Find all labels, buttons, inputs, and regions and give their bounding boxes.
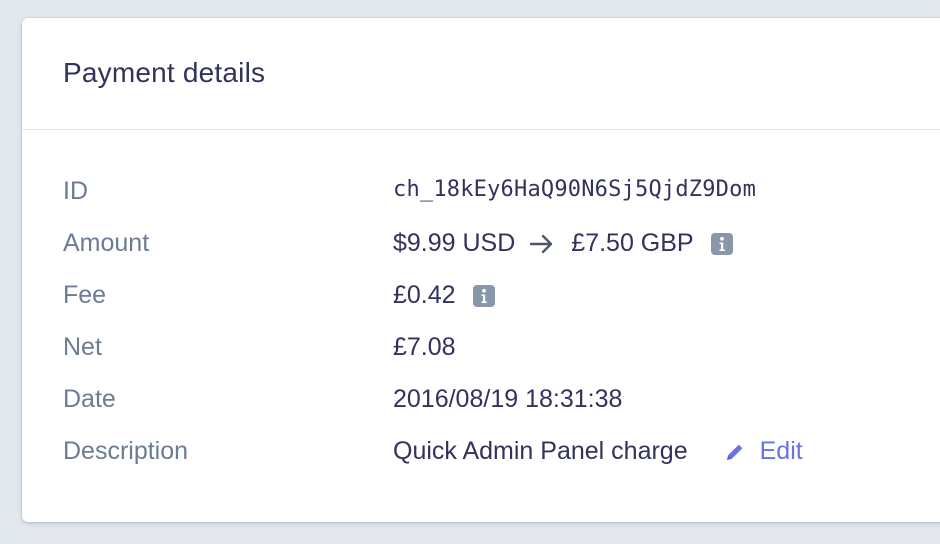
info-icon[interactable] bbox=[472, 284, 496, 308]
fee-label: Fee bbox=[63, 281, 107, 309]
fee-amount: £0.42 bbox=[393, 281, 456, 309]
details-list: ID ch_18kEy6HaQ90N6Sj5QjdZ9Dom Amount $9… bbox=[22, 171, 940, 483]
detail-row-amount: Amount $9.99 USD £7.50 GBP bbox=[22, 223, 940, 275]
info-icon[interactable] bbox=[710, 232, 734, 256]
detail-row-fee: Fee £0.42 bbox=[22, 275, 940, 327]
edit-description-link[interactable]: Edit bbox=[724, 437, 803, 466]
detail-row-id: ID ch_18kEy6HaQ90N6Sj5QjdZ9Dom bbox=[22, 171, 940, 223]
detail-row-date: Date 2016/08/19 18:31:38 bbox=[22, 379, 940, 431]
description-text: Quick Admin Panel charge bbox=[393, 437, 688, 465]
card-header: Payment details bbox=[22, 18, 940, 130]
card-title: Payment details bbox=[63, 57, 266, 88]
arrow-right-icon bbox=[530, 234, 553, 253]
amount-original: $9.99 USD bbox=[393, 229, 516, 257]
detail-row-description: Description Quick Admin Panel charge Edi… bbox=[22, 431, 940, 483]
pencil-icon bbox=[726, 444, 743, 460]
id-label: ID bbox=[63, 177, 88, 205]
description-value: Quick Admin Panel charge Edit bbox=[393, 437, 803, 466]
amount-converted: £7.50 GBP bbox=[571, 229, 694, 257]
date-label: Date bbox=[63, 385, 116, 413]
payment-details-card: Payment details ID ch_18kEy6HaQ90N6Sj5Qj… bbox=[22, 18, 940, 522]
detail-row-net: Net £7.08 bbox=[22, 327, 940, 379]
description-label: Description bbox=[63, 437, 189, 465]
net-label: Net bbox=[63, 333, 102, 361]
net-value: £7.08 bbox=[393, 333, 456, 361]
amount-value: $9.99 USD £7.50 GBP bbox=[393, 229, 734, 258]
fee-value: £0.42 bbox=[393, 281, 496, 310]
charge-id-value: ch_18kEy6HaQ90N6Sj5QjdZ9Dom bbox=[393, 177, 757, 202]
date-value: 2016/08/19 18:31:38 bbox=[393, 385, 623, 413]
edit-label[interactable]: Edit bbox=[760, 437, 803, 466]
amount-label: Amount bbox=[63, 229, 150, 257]
